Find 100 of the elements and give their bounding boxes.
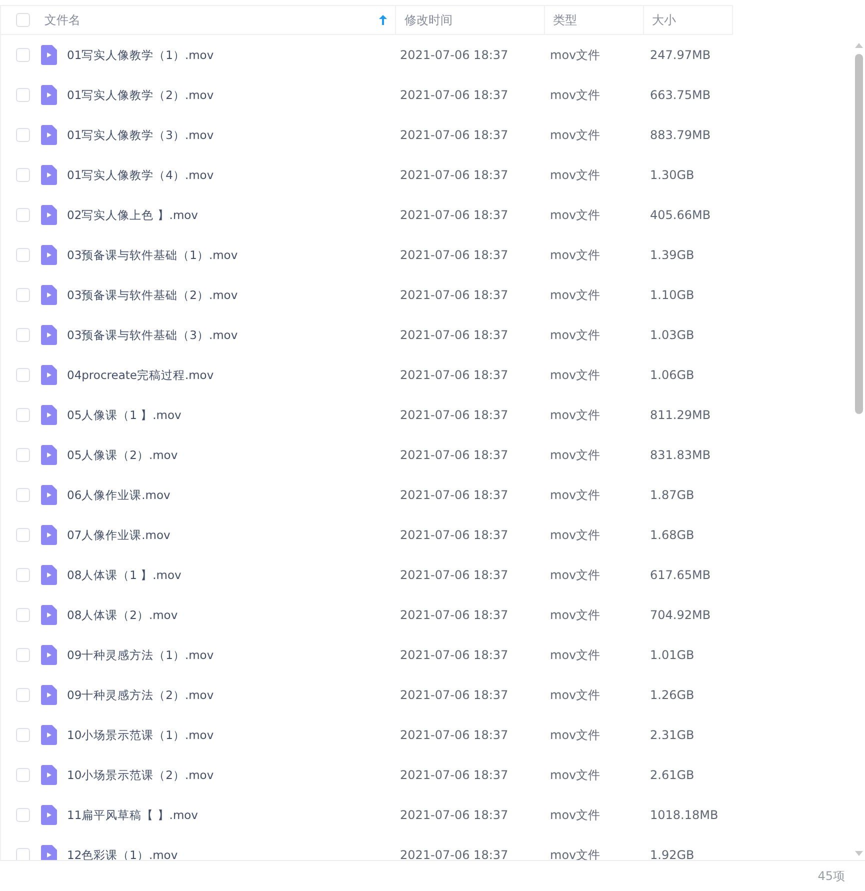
video-file-icon xyxy=(41,165,57,185)
row-checkbox[interactable] xyxy=(16,528,30,542)
file-type: mov文件 xyxy=(550,448,600,462)
row-checkbox[interactable] xyxy=(16,368,30,382)
file-size: 1.30GB xyxy=(650,168,694,182)
row-checkbox[interactable] xyxy=(16,768,30,782)
file-type: mov文件 xyxy=(550,848,600,860)
file-name[interactable]: 10小场景示范课（1）.mov xyxy=(67,728,214,742)
file-name[interactable]: 10小场景示范课（2）.mov xyxy=(67,768,214,782)
file-size: 2.31GB xyxy=(650,728,694,742)
file-size: 1.26GB xyxy=(650,688,694,702)
file-size: 1.39GB xyxy=(650,248,694,262)
file-size: 1.68GB xyxy=(650,528,694,542)
row-checkbox[interactable] xyxy=(16,328,30,342)
file-name[interactable]: 09十种灵感方法（1）.mov xyxy=(67,648,214,662)
modified-time: 2021-07-06 18:37 xyxy=(400,528,508,542)
video-file-icon xyxy=(41,525,57,545)
file-name[interactable]: 08人体课（1 】.mov xyxy=(67,568,182,582)
row-checkbox[interactable] xyxy=(16,688,30,702)
video-file-icon xyxy=(41,605,57,625)
row-checkbox[interactable] xyxy=(16,728,30,742)
file-name[interactable]: 03预备课与软件基础（3）.mov xyxy=(67,328,238,342)
row-checkbox[interactable] xyxy=(16,168,30,182)
file-type: mov文件 xyxy=(550,728,600,742)
file-name[interactable]: 01写实人像教学（4）.mov xyxy=(67,168,214,182)
video-file-icon xyxy=(41,85,57,105)
row-checkbox[interactable] xyxy=(16,208,30,222)
row-checkbox[interactable] xyxy=(16,128,30,142)
file-name[interactable]: 02写实人像上色 】.mov xyxy=(67,208,198,222)
video-file-icon xyxy=(41,285,57,305)
file-name[interactable]: 01写实人像教学（2）.mov xyxy=(67,88,214,102)
file-name[interactable]: 06人像作业课.mov xyxy=(67,488,170,502)
modified-time: 2021-07-06 18:37 xyxy=(400,128,508,142)
row-checkbox[interactable] xyxy=(16,48,30,62)
file-name[interactable]: 05人像课（1 】.mov xyxy=(67,408,182,422)
row-checkbox[interactable] xyxy=(16,88,30,102)
modified-time: 2021-07-06 18:37 xyxy=(400,848,508,860)
video-file-icon xyxy=(41,805,57,825)
file-name[interactable]: 05人像课（2）.mov xyxy=(67,448,178,462)
file-size: 883.79MB xyxy=(650,128,711,142)
modified-time: 2021-07-06 18:37 xyxy=(400,648,508,662)
file-type: mov文件 xyxy=(550,488,600,502)
modified-time: 2021-07-06 18:37 xyxy=(400,208,508,222)
video-file-icon xyxy=(41,645,57,665)
row-checkbox[interactable] xyxy=(16,248,30,262)
file-name[interactable]: 03预备课与软件基础（2）.mov xyxy=(67,288,238,302)
file-type: mov文件 xyxy=(550,648,600,662)
file-size: 1018.18MB xyxy=(650,808,718,822)
modified-time: 2021-07-06 18:37 xyxy=(400,288,508,302)
file-type: mov文件 xyxy=(550,528,600,542)
modified-time: 2021-07-06 18:37 xyxy=(400,488,508,502)
row-checkbox[interactable] xyxy=(16,808,30,822)
modified-time: 2021-07-06 18:37 xyxy=(400,48,508,62)
file-name[interactable]: 11扁平风草稿【 】.mov xyxy=(67,808,198,822)
row-checkbox[interactable] xyxy=(16,608,30,622)
file-type: mov文件 xyxy=(550,208,600,222)
file-type: mov文件 xyxy=(550,168,600,182)
modified-time: 2021-07-06 18:37 xyxy=(400,328,508,342)
file-name[interactable]: 01写实人像教学（1）.mov xyxy=(67,48,214,62)
file-size: 831.83MB xyxy=(650,448,711,462)
video-file-icon xyxy=(41,245,57,265)
file-name[interactable]: 09十种灵感方法（2）.mov xyxy=(67,688,214,702)
file-type: mov文件 xyxy=(550,48,600,62)
video-file-icon xyxy=(41,205,57,225)
video-file-icon xyxy=(41,445,57,465)
file-name[interactable]: 07人像作业课.mov xyxy=(67,528,170,542)
row-checkbox[interactable] xyxy=(16,568,30,582)
item-count: 45项 xyxy=(818,868,845,884)
video-file-icon xyxy=(41,725,57,745)
file-name[interactable]: 01写实人像教学（3）.mov xyxy=(67,128,214,142)
row-checkbox[interactable] xyxy=(16,408,30,422)
row-checkbox[interactable] xyxy=(16,488,30,502)
video-file-icon xyxy=(41,325,57,345)
modified-time: 2021-07-06 18:37 xyxy=(400,808,508,822)
video-file-icon xyxy=(41,125,57,145)
row-checkbox[interactable] xyxy=(16,648,30,662)
file-type: mov文件 xyxy=(550,288,600,302)
row-checkbox[interactable] xyxy=(16,288,30,302)
file-type: mov文件 xyxy=(550,328,600,342)
video-file-icon xyxy=(41,845,57,860)
file-name[interactable]: 03预备课与软件基础（1）.mov xyxy=(67,248,238,262)
file-type: mov文件 xyxy=(550,808,600,822)
video-file-icon xyxy=(41,365,57,385)
select-all-checkbox[interactable] xyxy=(16,13,30,27)
modified-time: 2021-07-06 18:37 xyxy=(400,768,508,782)
file-size: 1.06GB xyxy=(650,368,694,382)
file-type: mov文件 xyxy=(550,368,600,382)
row-checkbox[interactable] xyxy=(16,848,30,860)
row-checkbox[interactable] xyxy=(16,448,30,462)
file-name[interactable]: 04procreate完稿过程.mov xyxy=(67,368,214,382)
scrollbar-thumb[interactable] xyxy=(855,54,863,414)
scroll-down-icon[interactable] xyxy=(855,851,863,856)
file-size: 247.97MB xyxy=(650,48,711,62)
file-size: 704.92MB xyxy=(650,608,711,622)
scroll-up-icon[interactable] xyxy=(855,43,863,48)
file-name[interactable]: 08人体课（2）.mov xyxy=(67,608,178,622)
video-file-icon xyxy=(41,685,57,705)
modified-time: 2021-07-06 18:37 xyxy=(400,688,508,702)
video-file-icon xyxy=(41,405,57,425)
modified-time: 2021-07-06 18:37 xyxy=(400,568,508,582)
